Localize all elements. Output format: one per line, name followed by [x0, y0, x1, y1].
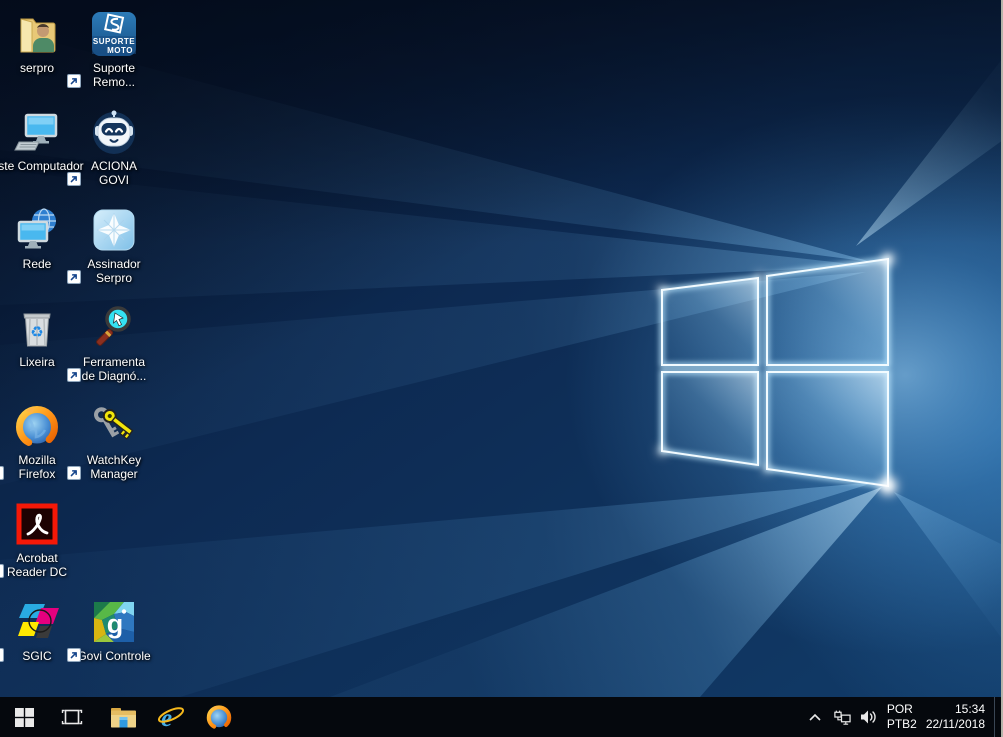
- shortcut-arrow-icon: [0, 648, 4, 662]
- shortcut-arrow-icon: [67, 172, 81, 186]
- firefox-button[interactable]: [195, 697, 243, 737]
- this-pc-icon: [13, 108, 61, 156]
- svg-text:g: g: [107, 609, 124, 639]
- desktop-icon-label: Ferramenta de Diagnó...: [81, 355, 147, 383]
- shortcut-arrow-icon: [67, 466, 81, 480]
- desktop-icon-label: serpro: [19, 61, 54, 75]
- desktop-icon-label: ACIONA GOVI: [90, 159, 137, 187]
- language-code: POR: [886, 702, 913, 716]
- desktop-icon-aciona-govi[interactable]: ACIONA GOVI: [66, 108, 162, 187]
- shortcut-arrow-icon: [67, 648, 81, 662]
- desktop-icon-label: WatchKey Manager: [86, 453, 142, 481]
- suporte-remoto-icon: SUPORTE MOTO: [90, 10, 138, 58]
- desktop-icon-label: Mozilla Firefox: [18, 453, 56, 481]
- recycle-bin-icon: ♻: [13, 304, 61, 352]
- desktop-icon-govi-controle[interactable]: g Govi Controle: [66, 598, 162, 663]
- assinador-serpro-icon: [90, 206, 138, 254]
- file-explorer-button[interactable]: [99, 697, 147, 737]
- desktop-icon-ferramenta-diagnostico[interactable]: Ferramenta de Diagnó...: [66, 304, 162, 383]
- tray-chevron-up-icon[interactable]: [806, 709, 824, 726]
- govi-controle-icon: g: [90, 598, 138, 646]
- desktop-icon-label: Acrobat Reader DC: [6, 551, 68, 579]
- desktop-icon-watchkey-manager[interactable]: WatchKey Manager: [66, 402, 162, 481]
- shortcut-arrow-icon: [67, 74, 81, 88]
- svg-text:SUPORTE: SUPORTE: [93, 37, 135, 46]
- clock-date: 22/11/2018: [925, 717, 985, 731]
- acrobat-reader-icon: [13, 500, 61, 548]
- svg-text:MOTO: MOTO: [107, 46, 133, 55]
- user-folder-icon: [13, 10, 61, 58]
- clock-time: 15:34: [954, 702, 985, 716]
- task-view-icon: [61, 709, 83, 725]
- start-button[interactable]: [0, 697, 48, 737]
- language-indicator[interactable]: POR PTB2: [887, 702, 917, 732]
- shortcut-arrow-icon: [67, 270, 81, 284]
- sgic-icon: [13, 598, 61, 646]
- svg-text:♻: ♻: [30, 324, 43, 341]
- windows-logo-icon: [14, 707, 34, 727]
- clock[interactable]: 15:34 22/11/2018: [926, 702, 985, 732]
- internet-explorer-button[interactable]: e: [147, 697, 195, 737]
- firefox-icon: [13, 402, 61, 450]
- svg-text:e: e: [161, 705, 172, 731]
- desktop-icon-assinador-serpro[interactable]: Assinador Serpro: [66, 206, 162, 285]
- system-tray: POR PTB2 15:34 22/11/2018: [806, 697, 1003, 737]
- desktop-icon-acrobat-reader[interactable]: Acrobat Reader DC: [0, 500, 85, 579]
- shortcut-arrow-icon: [0, 564, 4, 578]
- file-explorer-icon: [110, 707, 136, 727]
- desktop-icon-label: Suporte Remo...: [92, 61, 136, 89]
- desktop-icon-label: SGIC: [22, 649, 52, 663]
- tray-volume-icon[interactable]: [860, 709, 878, 726]
- desktop-icon-label: Lixeira: [19, 355, 55, 369]
- show-desktop-button[interactable]: [994, 697, 1001, 737]
- internet-explorer-icon: e: [157, 705, 185, 731]
- task-view-button[interactable]: [48, 697, 96, 737]
- desktop-icon-label: Assinador Serpro: [87, 257, 141, 285]
- tray-network-icon[interactable]: [833, 709, 851, 726]
- desktop-icon-label: Rede: [22, 257, 52, 271]
- shortcut-arrow-icon: [0, 466, 4, 480]
- firefox-icon: [206, 705, 232, 730]
- taskbar: e POR PTB2 15:34 22/11/2018: [0, 697, 1003, 737]
- keyboard-layout: PTB2: [886, 717, 917, 731]
- shortcut-arrow-icon: [67, 368, 81, 382]
- robot-icon: [90, 108, 138, 156]
- desktop-icon-suporte-remoto[interactable]: SUPORTE MOTO Suporte Remo...: [66, 10, 162, 89]
- diagnostic-tool-icon: [90, 304, 138, 352]
- desktop-icon-label: Govi Controle: [77, 649, 151, 663]
- watchkey-icon: [90, 402, 138, 450]
- desktop[interactable]: serpro Este Computador: [0, 0, 1003, 697]
- network-icon: [13, 206, 61, 254]
